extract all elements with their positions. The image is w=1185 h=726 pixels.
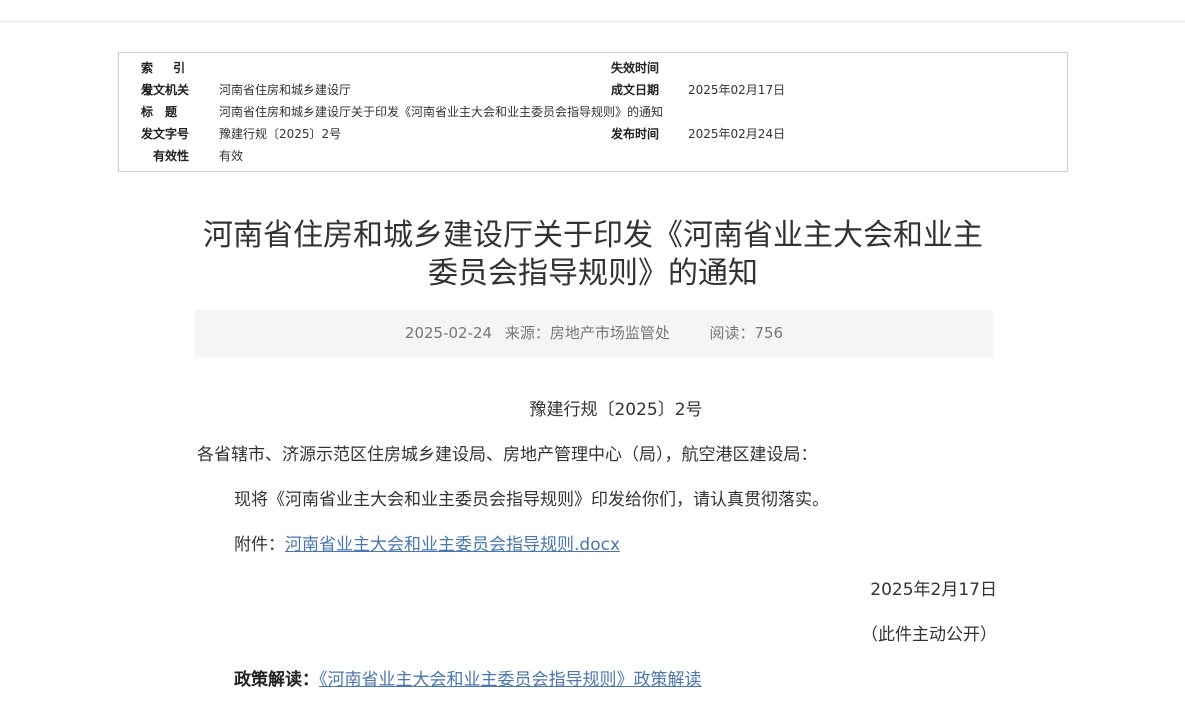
issuer-value: 河南省住房和城乡建设厅 — [219, 83, 352, 97]
publish-date-value: 2025年02月24日 — [688, 127, 786, 141]
document-number: 豫建行规〔2025〕2号 — [529, 400, 703, 420]
interpretation-link[interactable]: 《河南省业主大会和业主委员会指导规则》政策解读 — [319, 670, 702, 690]
metadata-table: 索 引 号 失效时间 发文机关 河南省住房和城乡建设厅 成文日期 2025年02… — [118, 52, 1068, 172]
article-title-line1: 河南省住房和城乡建设厅关于印发《河南省业主大会和业主 — [203, 218, 983, 253]
meta-row-docno: 发文字号 豫建行规〔2025〕2号 发布时间 2025年02月24日 — [119, 123, 1067, 145]
docno-value: 豫建行规〔2025〕2号 — [219, 127, 342, 141]
meta-row-issuer: 发文机关 河南省住房和城乡建设厅 成文日期 2025年02月17日 — [119, 79, 1067, 101]
made-date-label: 成文日期 — [611, 83, 660, 97]
interpretation-label: 政策解读： — [234, 670, 319, 690]
publish-date: 2025-02-24 — [404, 324, 493, 342]
docno-label: 发文字号 — [141, 127, 190, 141]
attachment-label: 附件： — [234, 535, 285, 555]
meta-row-title: 标 题 河南省住房和城乡建设厅关于印发《河南省业主大会和业主委员会指导规则》的通… — [119, 101, 1067, 123]
meta-row-index: 索 引 号 失效时间 — [119, 57, 1067, 97]
title-label: 标 题 — [141, 105, 178, 119]
publish-date-label: 发布时间 — [611, 127, 660, 141]
recipients-paragraph: 各省辖市、济源示范区住房城乡建设局、房地产管理中心（局），航空港区建设局： — [197, 445, 818, 465]
article-info-bar: 2025-02-24 来源：房地产市场监管处 阅读：756 — [195, 310, 993, 357]
interpretation-line: 政策解读：《河南省业主大会和业主委员会指导规则》政策解读 — [234, 665, 702, 690]
article-title: 河南省住房和城乡建设厅关于印发《河南省业主大会和业主 委员会指导规则》的通知 — [180, 217, 1006, 293]
article-title-line2: 委员会指导规则》的通知 — [428, 256, 758, 291]
made-date-value: 2025年02月17日 — [688, 83, 786, 97]
body-paragraph: 现将《河南省业主大会和业主委员会指导规则》印发给你们，请认真贯彻落实。 — [234, 490, 829, 510]
meta-row-valid: 有效性 有效 — [119, 145, 1067, 167]
top-divider — [0, 21, 1185, 22]
attachment-link[interactable]: 河南省业主大会和业主委员会指导规则.docx — [285, 535, 620, 555]
expire-label: 失效时间 — [611, 61, 660, 75]
title-value: 河南省住房和城乡建设厅关于印发《河南省业主大会和业主委员会指导规则》的通知 — [219, 105, 664, 119]
source-text: 来源：房地产市场监管处 — [504, 324, 670, 342]
disclosure-note: （此件主动公开） — [861, 625, 997, 645]
sign-date: 2025年2月17日 — [870, 580, 997, 600]
read-count: 阅读：756 — [709, 324, 784, 342]
issuer-label: 发文机关 — [141, 83, 190, 97]
validity-value: 有效 — [219, 149, 244, 163]
validity-label: 有效性 — [152, 149, 189, 163]
attachment-line: 附件：河南省业主大会和业主委员会指导规则.docx — [234, 530, 620, 555]
